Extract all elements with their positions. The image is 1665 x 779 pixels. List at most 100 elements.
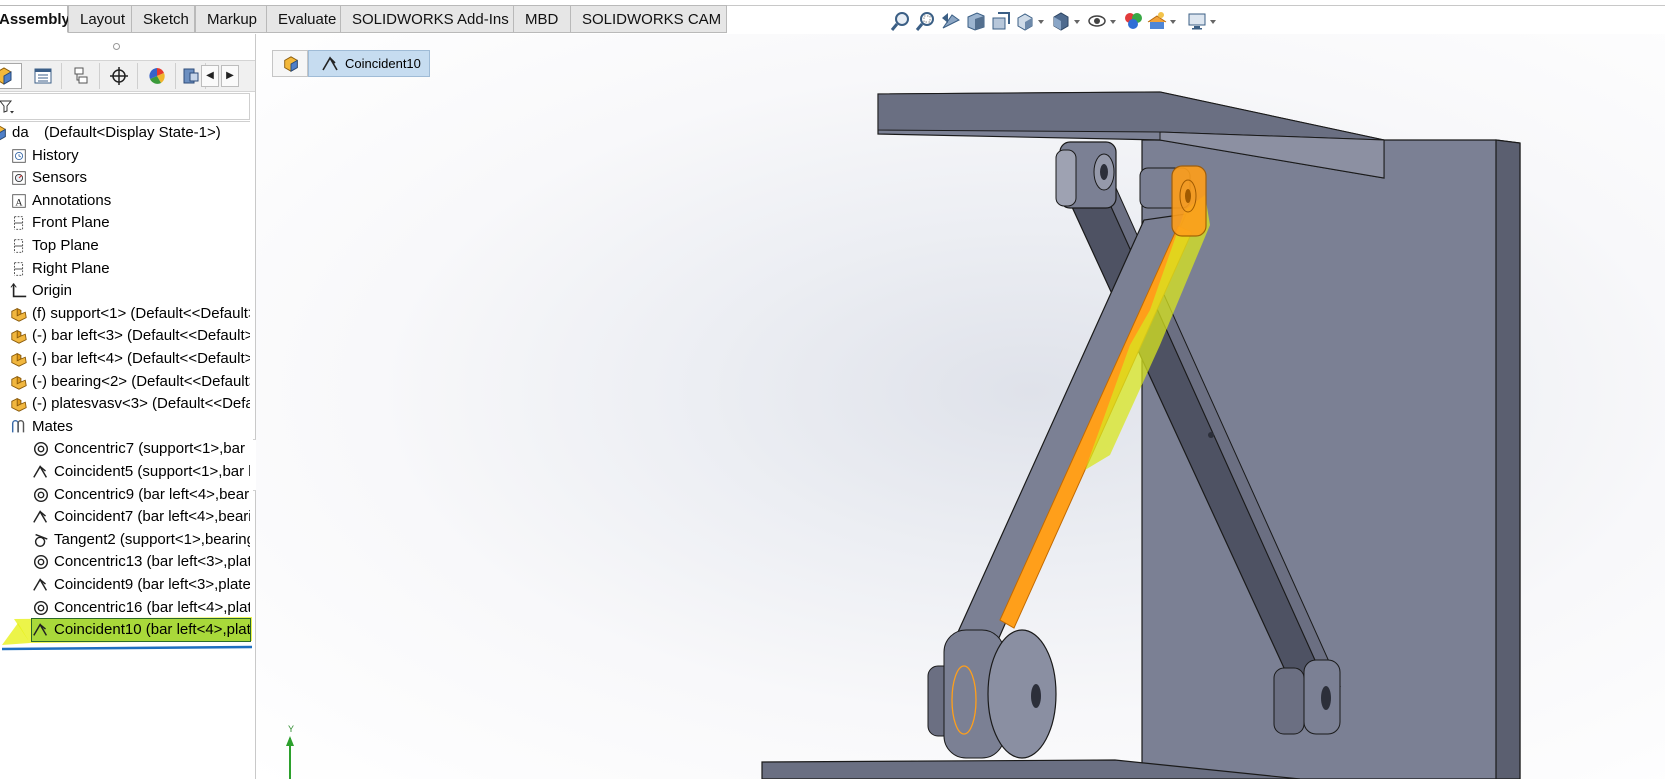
tree-item-label: (-) bar left<4> (Default<<Default>_Displ… <box>32 350 250 367</box>
tree-item-13[interactable]: Mates <box>10 416 250 438</box>
tree-item-label: Coincident9 (bar left<3>,platesvasv<3>) <box>54 576 250 593</box>
mate-item-9[interactable]: Coincident10 (bar left<4>,platesvasv<3>) <box>31 618 251 642</box>
tree-item-8[interactable]: (f) support<1> (Default<<Default>_Displa… <box>10 303 250 325</box>
tree-root-assembly[interactable]: da (Default<Display State-1>) <box>0 122 250 144</box>
property-manager-icon <box>34 68 51 84</box>
assembly-3d-view[interactable] <box>256 34 1665 779</box>
hide-show-items-icon[interactable] <box>1086 10 1108 32</box>
tab-dimxpert-manager[interactable] <box>100 63 138 89</box>
apply-scene-icon[interactable] <box>1146 10 1168 32</box>
bearing-2[interactable] <box>927 629 1057 759</box>
mate-item-4[interactable]: Coincident7 (bar left<4>,bearing<2>) <box>32 506 250 528</box>
tab-layout[interactable]: Layout <box>68 5 132 33</box>
mate-item-7[interactable]: Coincident9 (bar left<3>,platesvasv<3>) <box>32 574 250 596</box>
dimxpert-manager-icon <box>109 67 128 85</box>
history-icon <box>12 149 26 163</box>
tree-item-2[interactable]: Sensors <box>10 167 250 189</box>
assembly-icon <box>0 125 6 141</box>
tab-evaluate[interactable]: Evaluate <box>266 5 341 33</box>
zoom-to-area-icon[interactable] <box>915 10 937 32</box>
support-top-plate[interactable] <box>877 91 1385 179</box>
clevis-bottom-right[interactable] <box>1273 659 1341 735</box>
view-settings-dropdown-icon[interactable] <box>1210 20 1216 24</box>
breadcrumb-item[interactable]: Coincident10 <box>308 50 430 77</box>
featuremanager-tree-icon <box>0 67 12 85</box>
tree-item-7[interactable]: Origin <box>10 280 250 302</box>
graphics-area[interactable]: Coincident10 Y <box>256 34 1665 779</box>
configuration-manager-icon <box>74 67 87 84</box>
tree-item-label: Annotations <box>32 192 112 209</box>
coincident-mate-icon <box>33 623 48 636</box>
tree-item-label: Coincident10 (bar left<4>,platesvasv<3>) <box>54 621 250 638</box>
tree-item-label: Concentric7 (support<1>,bar left<3>) <box>54 440 250 457</box>
view-settings-icon[interactable] <box>1186 10 1208 32</box>
tree-filter-bar <box>0 91 250 122</box>
panel-tabs: ◀ ▶ <box>0 60 255 92</box>
zoom-to-fit-icon[interactable] <box>890 10 912 32</box>
plane-icon <box>14 239 24 253</box>
mate-item-6[interactable]: Concentric13 (bar left<3>,platesvasv<3>) <box>32 551 250 573</box>
clevis-top-left[interactable] <box>1055 141 1117 209</box>
display-manager-icon <box>148 68 165 84</box>
breadcrumb-root[interactable] <box>272 50 308 77</box>
tree-root-name: da <box>12 124 29 141</box>
tab-assembly[interactable]: Assembly <box>0 5 70 33</box>
panel-split-handle[interactable] <box>113 43 120 50</box>
previous-view-icon[interactable] <box>940 10 962 32</box>
tab-configuration-manager[interactable] <box>62 63 100 89</box>
dynamic-annotation-icon[interactable] <box>990 10 1012 32</box>
tab-mbd[interactable]: MBD <box>513 5 571 33</box>
tab-property-manager[interactable] <box>24 63 62 89</box>
tree-item-6[interactable]: Right Plane <box>10 258 250 280</box>
coincident-mate-icon <box>33 510 48 523</box>
tree-item-10[interactable]: (-) bar left<4> (Default<<Default>_Displ… <box>10 348 250 370</box>
tab-sketch[interactable]: Sketch <box>131 5 195 33</box>
concentric-mate-icon <box>33 487 49 503</box>
part-icon <box>11 352 27 367</box>
command-manager: Assembly Layout Sketch Markup Evaluate S… <box>0 0 1665 34</box>
tree-item-label: Origin <box>32 282 73 299</box>
tree-item-label: (-) platesvasv<3> (Default<<Default>_Dis… <box>32 395 250 412</box>
sensors-icon <box>12 171 26 185</box>
tree-item-label: (-) bearing<2> (Default<<Default>_Displa… <box>32 373 250 390</box>
mate-item-5[interactable]: Tangent2 (support<1>,bearing<2>) <box>32 529 250 551</box>
mates-folder-icon <box>11 420 25 433</box>
tab-markup[interactable]: Markup <box>195 5 267 33</box>
mate-item-3[interactable]: Concentric9 (bar left<4>,bearing<2>) <box>32 484 250 506</box>
tree-item-4[interactable]: Front Plane <box>10 212 250 234</box>
tree-item-5[interactable]: Top Plane <box>10 235 250 257</box>
tree-item-12[interactable]: (-) platesvasv<3> (Default<<Default>_Dis… <box>10 393 250 415</box>
tree-item-11[interactable]: (-) bearing<2> (Default<<Default>_Displa… <box>10 371 250 393</box>
plane-icon <box>14 216 24 230</box>
tree-item-label: (-) bar left<3> (Default<<Default>_Displ… <box>32 327 250 344</box>
annotations-icon: A <box>12 194 26 209</box>
display-style-icon[interactable] <box>1050 10 1072 32</box>
display-style-dropdown-icon[interactable] <box>1074 20 1080 24</box>
tree-item-label: Concentric13 (bar left<3>,platesvasv<3>) <box>54 553 250 570</box>
tree-item-3[interactable]: A Annotations <box>10 190 250 212</box>
view-orientation-dropdown-icon[interactable] <box>1038 20 1044 24</box>
tree-filter-input[interactable] <box>0 93 250 120</box>
coincident-mate-icon <box>33 465 48 478</box>
panel-tabs-scroll-right[interactable]: ▶ <box>221 65 239 87</box>
apply-scene-dropdown-icon[interactable] <box>1170 20 1176 24</box>
svg-text:A: A <box>15 198 23 209</box>
mate-item-2[interactable]: Coincident5 (support<1>,bar left<3>) <box>32 461 250 483</box>
filter-funnel-icon[interactable] <box>0 99 15 115</box>
mate-item-1[interactable]: Concentric7 (support<1>,bar left<3>) <box>32 438 250 460</box>
plate-hole <box>1208 432 1214 438</box>
hide-show-dropdown-icon[interactable] <box>1110 20 1116 24</box>
tab-solidworks-add-ins[interactable]: SOLIDWORKS Add-Ins <box>340 5 514 33</box>
tree-item-9[interactable]: (-) bar left<3> (Default<<Default>_Displ… <box>10 325 250 347</box>
reference-triad: Y <box>286 724 294 779</box>
tab-featuremanager-tree[interactable] <box>0 63 22 89</box>
mate-item-8[interactable]: Concentric16 (bar left<4>,platesvasv<3>) <box>32 597 250 619</box>
tab-display-manager[interactable] <box>138 63 176 89</box>
breadcrumb-item-label: Coincident10 <box>345 56 421 71</box>
view-orientation-icon[interactable] <box>1014 10 1036 32</box>
panel-tabs-scroll-left[interactable]: ◀ <box>201 65 219 87</box>
section-view-icon[interactable] <box>965 10 987 32</box>
tab-solidworks-cam[interactable]: SOLIDWORKS CAM <box>570 5 727 33</box>
tree-item-1[interactable]: History <box>10 145 250 167</box>
edit-appearance-icon[interactable] <box>1122 10 1144 32</box>
